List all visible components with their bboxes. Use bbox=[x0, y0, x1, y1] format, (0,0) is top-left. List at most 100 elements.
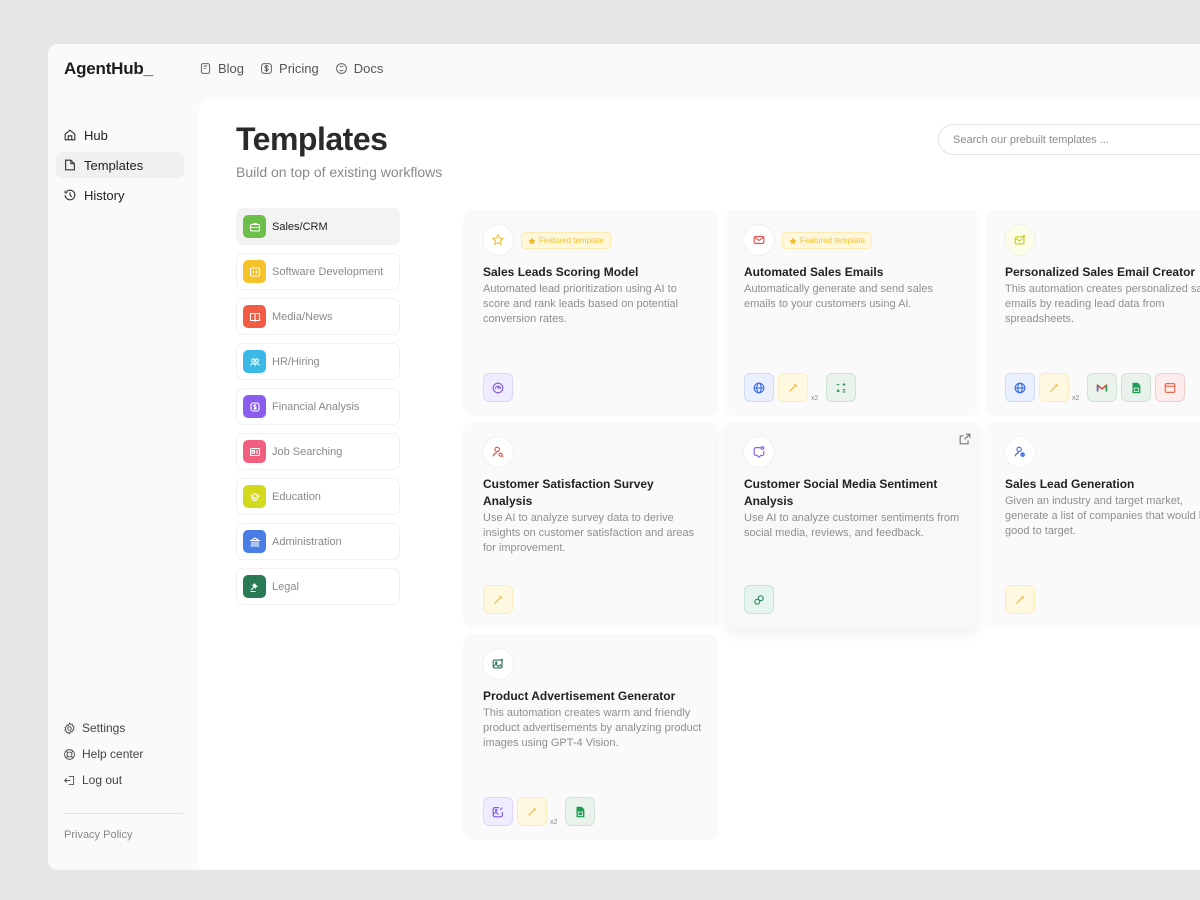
category-label: Financial Analysis bbox=[272, 400, 360, 413]
tool-list: x2 bbox=[1005, 373, 1186, 402]
featured-badge: Featured template bbox=[521, 232, 611, 249]
card-description: This automation creates personalized sal… bbox=[1005, 283, 1200, 325]
mail-icon bbox=[744, 225, 774, 255]
category-job-searching[interactable]: Job Searching bbox=[236, 433, 400, 470]
category-label: Job Searching bbox=[272, 445, 343, 458]
help-center-label: Help center bbox=[82, 747, 144, 761]
calculator-icon bbox=[826, 373, 857, 402]
tool-list bbox=[483, 373, 513, 402]
card-description: Given an industry and target market, gen… bbox=[1005, 495, 1200, 537]
tool-list: x2 bbox=[744, 373, 857, 402]
category-label: Sales/CRM bbox=[272, 220, 328, 233]
user-target-icon bbox=[1005, 437, 1035, 467]
privacy-policy-link[interactable]: Privacy Policy bbox=[64, 829, 132, 841]
id-card-icon bbox=[243, 440, 266, 463]
gear-icon bbox=[64, 721, 75, 735]
logo[interactable]: AgentHub_ bbox=[64, 59, 153, 79]
category-media-news[interactable]: Media/News bbox=[236, 298, 400, 335]
featured-badge: Featured template bbox=[782, 232, 872, 249]
category-label: Legal bbox=[272, 580, 299, 593]
template-card[interactable]: Featured template Sales Leads Scoring Mo… bbox=[463, 210, 719, 416]
dollar-icon bbox=[261, 63, 272, 74]
category-software-development[interactable]: Software Development bbox=[236, 253, 400, 290]
code-window-icon bbox=[243, 260, 266, 283]
magic-wand-icon bbox=[483, 585, 513, 614]
dollar-icon bbox=[243, 395, 266, 418]
image-sparkle-icon bbox=[483, 649, 513, 679]
sidebar-logout[interactable]: Log out bbox=[56, 769, 184, 791]
sheets-icon bbox=[1121, 373, 1152, 402]
sheets-icon bbox=[565, 797, 596, 826]
card-description: Automated lead prioritization using AI t… bbox=[483, 283, 679, 325]
gauge-icon bbox=[483, 373, 513, 402]
nav-blog[interactable]: Blog bbox=[199, 61, 244, 76]
magic-wand-icon bbox=[1005, 585, 1035, 614]
sidebar-item-hub[interactable]: Hub bbox=[56, 122, 184, 148]
template-card[interactable]: Customer Social Media Sentiment Analysis… bbox=[724, 422, 980, 628]
home-icon bbox=[64, 129, 76, 141]
mail-sparkle-icon bbox=[1005, 225, 1035, 255]
template-card[interactable]: Personalized Sales Email Creator This au… bbox=[985, 210, 1200, 416]
star-filled-icon bbox=[528, 237, 536, 244]
tool-list bbox=[744, 585, 774, 614]
logout-icon bbox=[63, 775, 75, 785]
template-card[interactable]: Product Advertisement Generator This aut… bbox=[463, 634, 719, 840]
template-card[interactable]: Customer Satisfaction Survey Analysis Us… bbox=[463, 422, 719, 628]
category-legal[interactable]: Legal bbox=[236, 568, 400, 605]
category-label: HR/Hiring bbox=[272, 355, 320, 368]
gavel-icon bbox=[243, 575, 266, 598]
book-icon bbox=[200, 63, 211, 74]
card-title: Customer Social Media Sentiment Analysis bbox=[744, 477, 938, 508]
category-hr-hiring[interactable]: HR/Hiring bbox=[236, 343, 400, 380]
category-financial-analysis[interactable]: Financial Analysis bbox=[236, 388, 400, 425]
open-book-icon bbox=[243, 305, 266, 328]
sidebar-item-label: Templates bbox=[84, 157, 144, 173]
lifebuoy-icon bbox=[64, 748, 75, 760]
card-description: Automatically generate and send sales em… bbox=[744, 283, 933, 310]
card-title: Sales Lead Generation bbox=[1005, 477, 1135, 491]
star-icon bbox=[483, 225, 513, 255]
category-label: Software Development bbox=[272, 265, 384, 278]
nav-docs[interactable]: Docs bbox=[335, 61, 383, 76]
card-description: Use AI to analyze customer sentiments fr… bbox=[744, 512, 960, 539]
magic-wand-icon bbox=[517, 797, 547, 826]
building-icon bbox=[243, 530, 266, 553]
sidebar-divider bbox=[63, 813, 183, 814]
globe-icon bbox=[1005, 373, 1035, 402]
main-content: Templates Build on top of existing workf… bbox=[199, 99, 1200, 870]
sidebar-item-templates[interactable]: Templates bbox=[56, 152, 184, 178]
sidebar-settings[interactable]: Settings bbox=[56, 717, 184, 739]
history-icon bbox=[64, 189, 76, 201]
user-search-icon bbox=[483, 437, 513, 467]
gmail-icon bbox=[1087, 373, 1118, 402]
multiplier-label: x2 bbox=[550, 819, 558, 826]
multiplier-label: x2 bbox=[811, 395, 819, 402]
nav-pricing[interactable]: Pricing bbox=[260, 61, 319, 76]
category-education[interactable]: Education bbox=[236, 478, 400, 515]
sidebar-item-history[interactable]: History bbox=[56, 182, 184, 208]
template-card[interactable]: Sales Lead Generation Given an industry … bbox=[985, 422, 1200, 628]
category-administration[interactable]: Administration bbox=[236, 523, 400, 560]
tool-list: x2 bbox=[483, 797, 596, 826]
search-input[interactable] bbox=[938, 124, 1200, 155]
page-title: Templates bbox=[236, 121, 388, 157]
template-card[interactable]: Featured template Automated Sales Emails… bbox=[724, 210, 980, 416]
link-icon bbox=[744, 585, 774, 614]
sidebar-item-label: Hub bbox=[84, 127, 108, 143]
briefcase-icon bbox=[243, 215, 266, 238]
category-sales-crm[interactable]: Sales/CRM bbox=[236, 208, 400, 245]
category-label: Education bbox=[272, 490, 321, 503]
external-link-icon[interactable] bbox=[958, 432, 972, 446]
card-title: Sales Leads Scoring Model bbox=[483, 265, 639, 279]
card-title: Personalized Sales Email Creator bbox=[1005, 265, 1196, 279]
category-label: Administration bbox=[272, 535, 342, 548]
sidebar-help-center[interactable]: Help center bbox=[56, 743, 184, 765]
card-title: Product Advertisement Generator bbox=[483, 689, 676, 703]
page-subtitle: Build on top of existing workflows bbox=[236, 164, 443, 180]
sidebar-item-label: History bbox=[84, 187, 125, 203]
nav-pricing-label: Pricing bbox=[279, 61, 319, 76]
window-icon bbox=[1155, 373, 1186, 402]
globe-icon bbox=[744, 373, 774, 402]
tool-list bbox=[1005, 585, 1035, 614]
magic-wand-icon bbox=[778, 373, 808, 402]
